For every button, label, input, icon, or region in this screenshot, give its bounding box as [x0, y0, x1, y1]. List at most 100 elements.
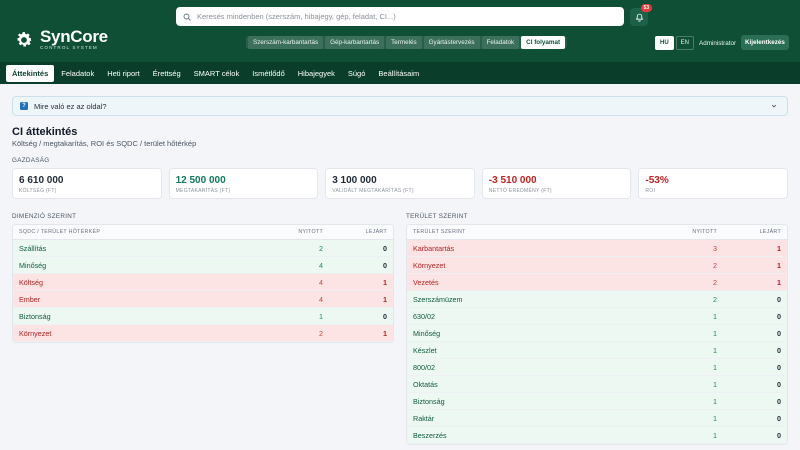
row-overdue-count: 0: [777, 328, 781, 338]
row-overdue-count: 0: [777, 396, 781, 406]
module-production-planning[interactable]: Gyártástervezés: [423, 36, 480, 49]
kpi-value: 12 500 000: [175, 175, 226, 186]
table-row[interactable]: Raktár 1 0: [407, 410, 787, 427]
row-open-count: 1: [713, 396, 717, 406]
module-switcher: Szerszám-karbantartás Gép-karbantartás T…: [246, 36, 568, 49]
row-name: Szállítás: [19, 243, 47, 253]
table-row[interactable]: Szállítás 2 0: [13, 240, 393, 257]
row-open-count: 1: [713, 413, 717, 423]
table-row[interactable]: Oktatás 1 0: [407, 376, 787, 393]
row-open-count: 2: [713, 277, 717, 287]
brand-logo[interactable]: SynCore CONTROL SYSTEM: [14, 27, 108, 50]
economy-section-label: Gazdaság: [12, 157, 50, 164]
row-open-count: 4: [319, 294, 323, 304]
row-overdue-count: 1: [777, 277, 781, 287]
row-open-count: 3: [713, 243, 717, 253]
table-row[interactable]: Biztonság 1 0: [13, 308, 393, 325]
lang-hu-button[interactable]: HU: [655, 36, 674, 50]
row-overdue-count: 0: [383, 311, 387, 321]
table-header: SQDC / terület hőtérkép Nyitott Lejárt: [13, 225, 393, 240]
module-tool-maintenance[interactable]: Szerszám-karbantartás: [248, 36, 324, 49]
search-icon: [183, 13, 191, 21]
row-name: Biztonság: [413, 396, 445, 406]
table-row[interactable]: Karbantartás 3 1: [407, 240, 787, 257]
module-machine-maintenance[interactable]: Gép-karbantartás: [325, 36, 385, 49]
help-accordion[interactable]: ? Mire való ez az oldal?: [12, 96, 788, 116]
row-overdue-count: 0: [777, 362, 781, 372]
table-row[interactable]: Vezetés 2 1: [407, 274, 787, 291]
global-search[interactable]: [176, 7, 624, 26]
row-name: Vezetés: [413, 277, 439, 287]
row-overdue-count: 0: [777, 294, 781, 304]
table-row[interactable]: Szerszámüzem 2 0: [407, 291, 787, 308]
row-overdue-count: 0: [777, 413, 781, 423]
table-row[interactable]: Környezet 2 1: [13, 325, 393, 342]
row-name: Raktár: [413, 413, 435, 423]
table-row[interactable]: 630/02 1 0: [407, 308, 787, 325]
table-row[interactable]: Költség 4 1: [13, 274, 393, 291]
tab-maturity[interactable]: Érettség: [147, 65, 187, 82]
table-row[interactable]: Készlet 1 0: [407, 342, 787, 359]
row-open-count: 2: [319, 328, 323, 338]
notifications-button[interactable]: 53: [630, 4, 652, 26]
kpi-value: -53%: [645, 175, 669, 186]
tab-overview[interactable]: Áttekintés: [6, 64, 55, 82]
row-open-count: 1: [713, 379, 717, 389]
brand-name: SynCore: [40, 27, 108, 46]
help-text: Mire való ez az oldal?: [34, 101, 107, 111]
tab-weekly-report[interactable]: Heti riport: [101, 65, 146, 82]
row-open-count: 1: [713, 345, 717, 355]
tab-recurring[interactable]: Ismétlődő: [246, 65, 291, 82]
col-name-header: Terület szerint: [413, 229, 466, 235]
tab-my-settings[interactable]: Beállításaim: [372, 65, 425, 82]
kpi-label: ROI: [645, 188, 656, 194]
row-open-count: 1: [713, 430, 717, 440]
row-open-count: 2: [713, 260, 717, 270]
dimension-section-label: Dimenzió szerint: [12, 213, 77, 220]
lang-en-button[interactable]: EN: [675, 36, 695, 50]
table-row[interactable]: Biztonság 1 0: [407, 393, 787, 410]
main-nav: Áttekintés Feladatok Heti riport Érettsé…: [0, 62, 800, 84]
brand-subtitle: CONTROL SYSTEM: [40, 45, 98, 50]
kpi-cost: 6 610 000 Költség (Ft): [12, 168, 162, 199]
top-header: SynCore CONTROL SYSTEM 53 Szerszám-karba…: [0, 0, 800, 62]
table-row[interactable]: Minőség 1 0: [407, 325, 787, 342]
row-open-count: 1: [713, 311, 717, 321]
page-title: CI áttekintés: [12, 126, 78, 138]
row-open-count: 1: [319, 311, 323, 321]
notification-count-badge: 53: [641, 4, 652, 12]
search-input[interactable]: [197, 12, 597, 21]
row-open-count: 4: [319, 277, 323, 287]
row-open-count: 1: [713, 362, 717, 372]
table-header: Terület szerint Nyitott Lejárt: [407, 225, 787, 240]
row-overdue-count: 1: [383, 294, 387, 304]
col-overdue-header: Lejárt: [759, 229, 781, 235]
tab-help[interactable]: Súgó: [342, 65, 372, 82]
table-row[interactable]: Minőség 4 0: [13, 257, 393, 274]
area-section-label: Terület szerint: [406, 213, 468, 220]
row-name: Oktatás: [413, 379, 438, 389]
table-row[interactable]: Ember 4 1: [13, 291, 393, 308]
col-name-header: SQDC / terület hőtérkép: [19, 229, 101, 235]
table-row[interactable]: Környezet 2 1: [407, 257, 787, 274]
row-name: Beszerzés: [413, 430, 447, 440]
kpi-value: 6 610 000: [19, 175, 64, 186]
language-switcher: HU EN: [655, 36, 695, 50]
module-production[interactable]: Termelés: [386, 36, 422, 49]
gear-icon: [17, 31, 32, 46]
kpi-savings: 12 500 000 Megtakarítás (Ft): [168, 168, 319, 199]
kpi-value: -3 510 000: [488, 175, 537, 186]
row-overdue-count: 0: [777, 430, 781, 440]
tab-smart-goals[interactable]: SMART célok: [188, 65, 246, 82]
bell-icon: [635, 13, 643, 22]
kpi-label: Validált megtakarítás (Ft): [332, 188, 414, 194]
module-ci-process[interactable]: CI folyamat: [521, 36, 566, 49]
module-tasks[interactable]: Feladatok: [481, 36, 520, 49]
tab-tasks[interactable]: Feladatok: [55, 65, 100, 82]
kpi-label: Megtakarítás (Ft): [175, 188, 231, 194]
table-row[interactable]: Beszerzés 1 0: [407, 427, 787, 444]
row-name: Környezet: [19, 328, 52, 338]
tab-tickets[interactable]: Hibajegyek: [292, 65, 341, 82]
table-row[interactable]: 800/02 1 0: [407, 359, 787, 376]
logout-button[interactable]: Kijelentkezés: [741, 35, 789, 50]
